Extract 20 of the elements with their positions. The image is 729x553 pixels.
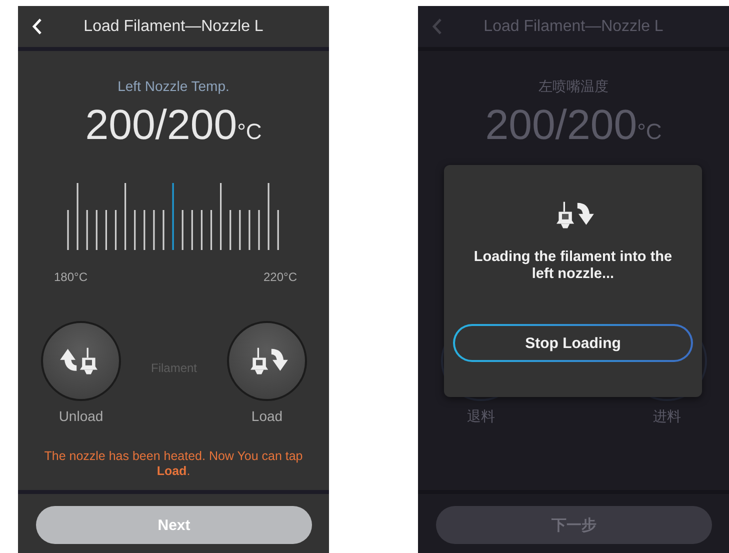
temperature-label: 左喷嘴温度 <box>538 78 608 94</box>
scale-min-label: 180°C <box>54 270 88 284</box>
status-notice: The nozzle has been heated. Now You can tap Load. <box>43 449 304 479</box>
action-label: Unload <box>58 408 104 424</box>
action-label: Load <box>251 408 283 424</box>
scale-max-label: 220°C <box>264 270 297 284</box>
temperature-label: Left Nozzle Temp. <box>118 78 230 94</box>
next-button[interactable]: Next <box>36 506 312 544</box>
temperature-unit: °C <box>237 119 262 145</box>
temperature-scale[interactable] <box>66 183 280 250</box>
temperature-unit: °C <box>637 119 662 145</box>
dialog-message: Loading the filament into the left nozzle... <box>472 249 674 283</box>
screen-title: Load Filament—Nozzle L <box>84 18 264 36</box>
screen-title: Load Filament—Nozzle L <box>484 18 664 36</box>
temperature-reading: 200/200 <box>485 103 638 147</box>
scale-indicator[interactable] <box>172 183 174 250</box>
stop-loading-button[interactable]: Stop Loading <box>453 324 693 362</box>
action-label: 退料 <box>467 408 495 424</box>
temperature-reading: 200/200 <box>85 103 238 147</box>
action-label: 进料 <box>653 408 681 424</box>
